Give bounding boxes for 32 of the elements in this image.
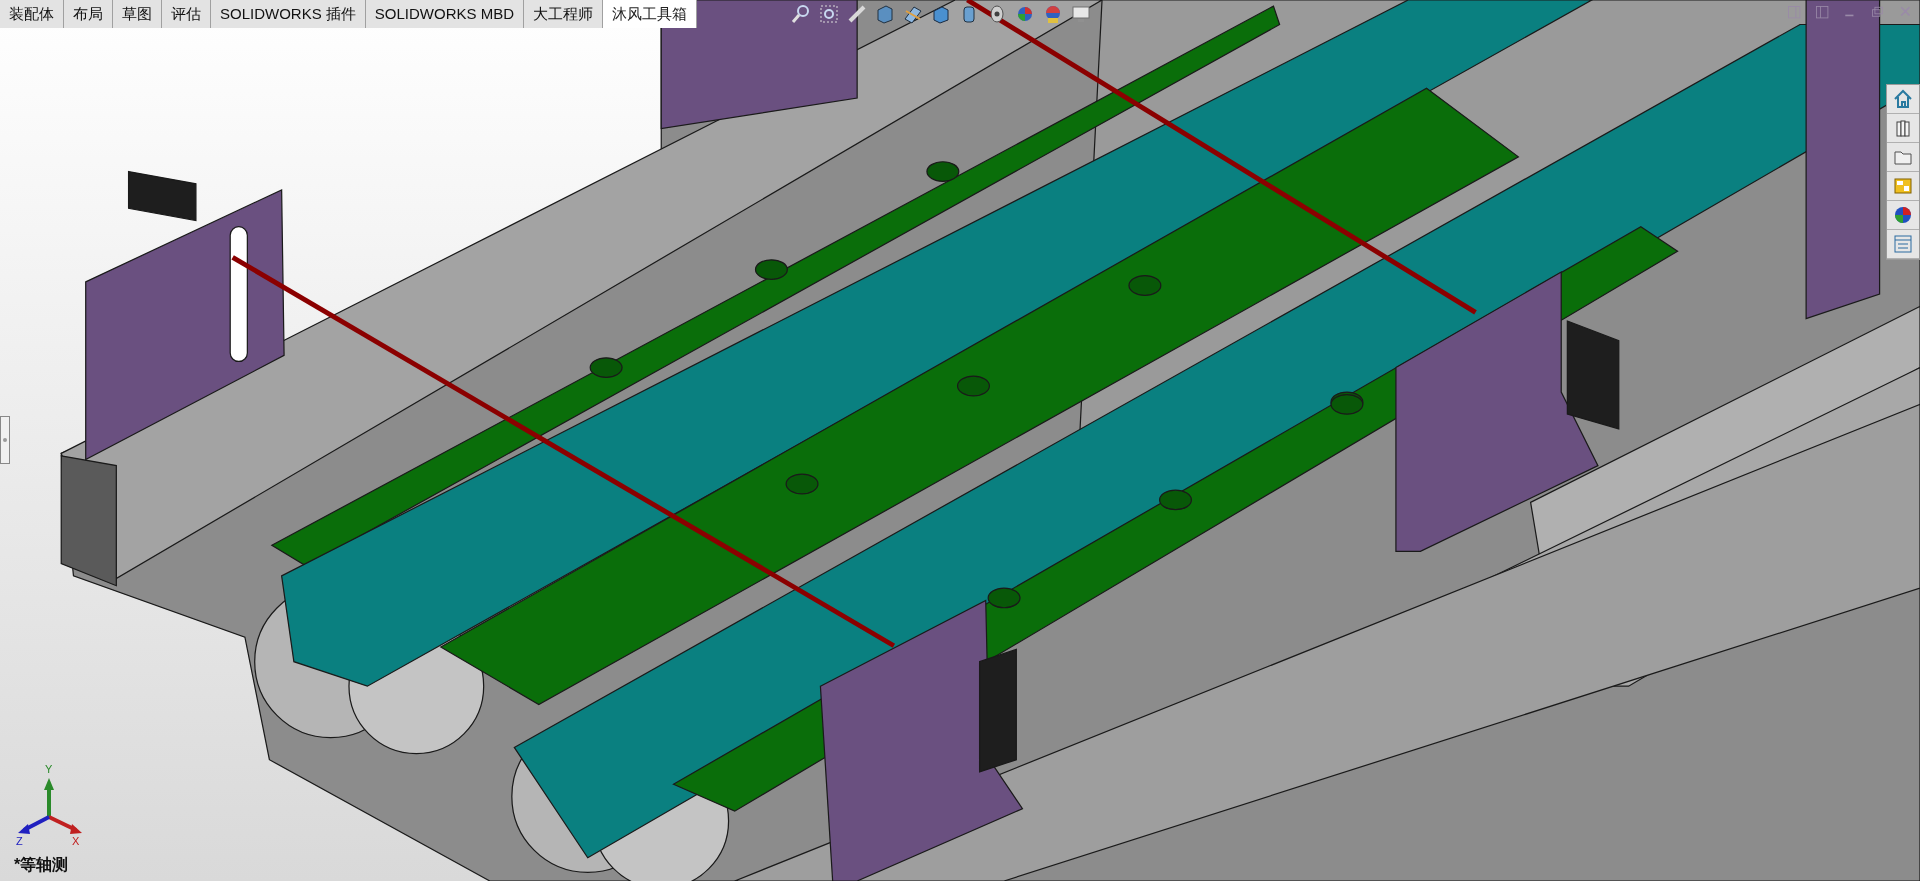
zoom-icon[interactable] (790, 3, 812, 25)
mounting-hole (987, 587, 1021, 609)
ribbon-tab[interactable]: SOLIDWORKS MBD (365, 0, 525, 28)
ribbon-tab[interactable]: 大工程师 (524, 0, 604, 28)
panel-collapse-handle[interactable] (0, 416, 10, 464)
zoom-area-icon[interactable] (818, 3, 840, 25)
ribbon-tab[interactable]: 装配体 (0, 0, 64, 28)
z-axis-label: Z (16, 836, 23, 847)
ribbon-tab[interactable]: 沐风工具箱 (603, 0, 698, 28)
x-axis-label: X (72, 836, 80, 847)
ribbon-tab[interactable]: 布局 (64, 0, 113, 28)
mounting-hole (926, 161, 960, 182)
mounting-hole (1159, 489, 1193, 511)
ribbon-tab[interactable]: 草图 (113, 0, 162, 28)
list-icon (1892, 233, 1914, 255)
ribbon-tab[interactable]: 评估 (162, 0, 211, 28)
y-axis-label: Y (45, 764, 53, 775)
home-icon (1892, 88, 1914, 110)
mounting-hole (956, 375, 990, 397)
ribbon-tab[interactable]: SOLIDWORKS 插件 (211, 0, 366, 28)
panel-icon[interactable] (1814, 4, 1832, 22)
mounting-hole (589, 357, 623, 378)
photoelectric-sensor (127, 170, 197, 222)
mounting-hole (785, 473, 819, 495)
cube-icon[interactable] (874, 3, 896, 25)
color-ball-icon (1892, 204, 1914, 226)
mounting-hole (1330, 393, 1364, 415)
view-orientation-label: *等轴测 (14, 855, 69, 875)
pencil-icon[interactable] (846, 3, 868, 25)
layout-icon (1892, 175, 1914, 197)
mounting-hole (754, 259, 788, 280)
mounting-hole (1128, 275, 1162, 296)
